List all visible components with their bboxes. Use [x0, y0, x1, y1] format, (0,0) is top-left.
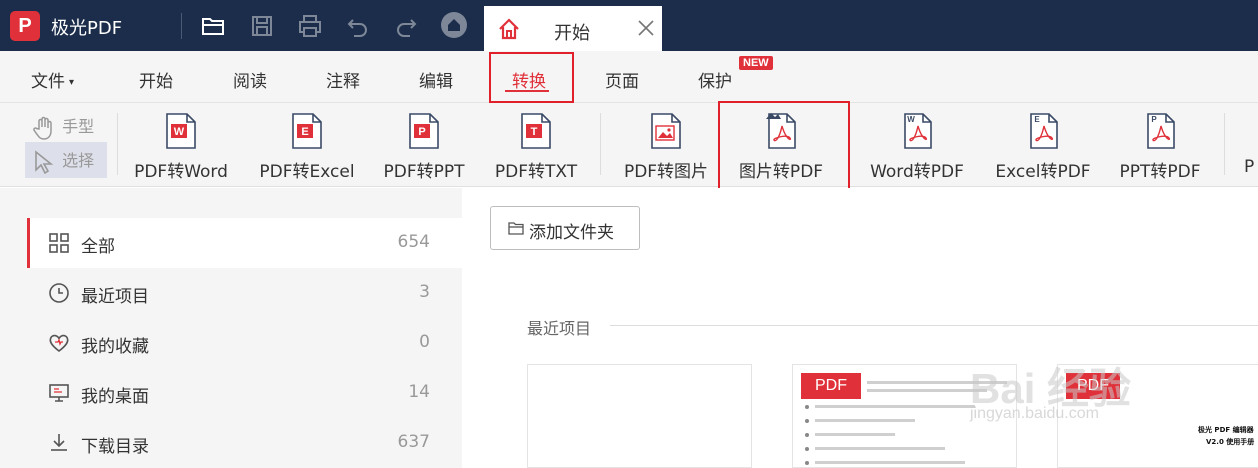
print-icon[interactable]: [296, 12, 324, 40]
menu-protect[interactable]: 保护: [698, 67, 732, 92]
svg-text:W: W: [907, 115, 915, 124]
ppt-to-pdf-button[interactable]: P PPT转PDF: [1110, 103, 1210, 187]
sidebar-item-favorites[interactable]: 我的收藏 0: [27, 318, 462, 368]
menu-read[interactable]: 阅读: [233, 67, 267, 92]
ribbon-separator: [117, 113, 118, 175]
doc-text-line: [815, 461, 965, 464]
folder-open-icon[interactable]: [199, 12, 227, 40]
heart-icon: [49, 334, 69, 353]
download-icon: [51, 434, 67, 451]
doc-text-line: [815, 433, 895, 436]
hand-icon: [33, 116, 52, 140]
watermark-url: jingyan.baidu.com: [970, 405, 1099, 422]
select-tool[interactable]: 选择: [31, 147, 94, 175]
svg-text:E: E: [301, 126, 308, 138]
pdf-to-word-icon: W: [166, 113, 196, 149]
sidebar-item-desktop[interactable]: 我的桌面 14: [27, 368, 462, 418]
save-icon[interactable]: [248, 12, 276, 40]
app-name: 极光PDF: [51, 18, 123, 39]
svg-text:W: W: [174, 126, 185, 138]
tab-start[interactable]: 开始: [484, 6, 662, 51]
menu-page[interactable]: 页面: [605, 67, 639, 92]
excel-to-pdf-icon: E: [1030, 113, 1058, 149]
doc-bullet: [805, 405, 809, 409]
pdf-to-ppt-button[interactable]: P PDF转PPT: [374, 103, 474, 187]
recent-section-title: 最近项目: [527, 319, 592, 338]
monitor-icon: [49, 384, 69, 402]
svg-text:P: P: [1151, 115, 1157, 124]
svg-text:P: P: [418, 126, 425, 138]
hand-tool[interactable]: 手型: [31, 113, 94, 141]
menu-start[interactable]: 开始: [139, 67, 173, 92]
home-icon: [496, 16, 522, 42]
sidebar-item-all[interactable]: 全部 654: [27, 218, 462, 268]
ribbon-separator: [600, 113, 601, 175]
doc-text-line: [815, 447, 945, 450]
add-folder-button[interactable]: 添加文件夹: [490, 206, 640, 250]
pdf-badge: PDF: [801, 373, 861, 399]
highlight-box-image-to-pdf: [718, 101, 850, 200]
pdf-to-image-icon: [651, 113, 681, 149]
recent-file-card[interactable]: [527, 364, 752, 468]
grid-icon: [49, 233, 69, 253]
new-badge: NEW: [739, 56, 773, 70]
pdf-to-ppt-icon: P: [409, 113, 439, 149]
folder-icon: [508, 222, 524, 235]
titlebar-separator: [181, 13, 182, 39]
doc-bullet: [805, 419, 809, 423]
svg-text:T: T: [531, 126, 538, 138]
home-icon[interactable]: [441, 12, 467, 38]
section-divider: [610, 325, 1258, 326]
menu-edit[interactable]: 编辑: [419, 67, 453, 92]
pdf-to-txt-icon: T: [521, 113, 551, 149]
pdf-to-excel-icon: E: [292, 113, 322, 149]
app-logo: P: [10, 11, 40, 41]
close-icon[interactable]: [636, 18, 656, 38]
sidebar: 全部 654 最近项目 3 我的收藏 0 我的桌面 14 下载目录 637: [0, 188, 462, 468]
doc-text-line: [815, 419, 915, 422]
sidebar-item-downloads[interactable]: 下载目录 637: [27, 418, 462, 468]
doc-bullet: [805, 433, 809, 437]
excel-to-pdf-button[interactable]: E Excel转PDF: [988, 103, 1098, 187]
ribbon-toolbar: 手型 选择 W PDF转Word E PDF转Excel P PDF转PPT T…: [0, 103, 1258, 187]
sidebar-item-recent[interactable]: 最近项目 3: [27, 268, 462, 318]
caret-down-icon: ▾: [69, 76, 75, 88]
pdf-to-excel-button[interactable]: E PDF转Excel: [250, 103, 364, 187]
pdf-to-image-button[interactable]: PDF转图片: [611, 103, 721, 187]
highlight-box-convert: [489, 52, 574, 103]
cursor-arrow-icon: [35, 149, 54, 174]
tab-label: 开始: [554, 23, 590, 44]
clock-icon: [49, 283, 69, 303]
doc-text-line: [867, 389, 987, 392]
menu-file[interactable]: 文件 ▾: [31, 67, 74, 92]
doc-text-line: [815, 405, 975, 408]
word-to-pdf-button[interactable]: W Word转PDF: [862, 103, 972, 187]
word-to-pdf-icon: W: [904, 113, 932, 149]
pdf-to-txt-button[interactable]: T PDF转TXT: [486, 103, 586, 187]
ribbon-separator: [1224, 113, 1225, 175]
redo-icon[interactable]: [392, 12, 420, 40]
doc-bullet: [805, 461, 809, 465]
title-bar: P 极光PDF 开始: [0, 0, 1258, 51]
ppt-to-pdf-icon: P: [1147, 113, 1175, 149]
menu-bar: 文件 ▾ 开始 阅读 注释 编辑 转换 页面 保护 NEW: [0, 51, 1258, 103]
doc-bullet: [805, 447, 809, 451]
svg-text:E: E: [1034, 115, 1040, 124]
baidu-watermark: Bai 经验 jingyan.baidu.com: [970, 355, 1230, 455]
undo-icon[interactable]: [344, 12, 372, 40]
pdf-to-word-button[interactable]: W PDF转Word: [124, 103, 238, 187]
ribbon-more-button[interactable]: P: [1240, 103, 1258, 187]
menu-annotate[interactable]: 注释: [326, 67, 360, 92]
